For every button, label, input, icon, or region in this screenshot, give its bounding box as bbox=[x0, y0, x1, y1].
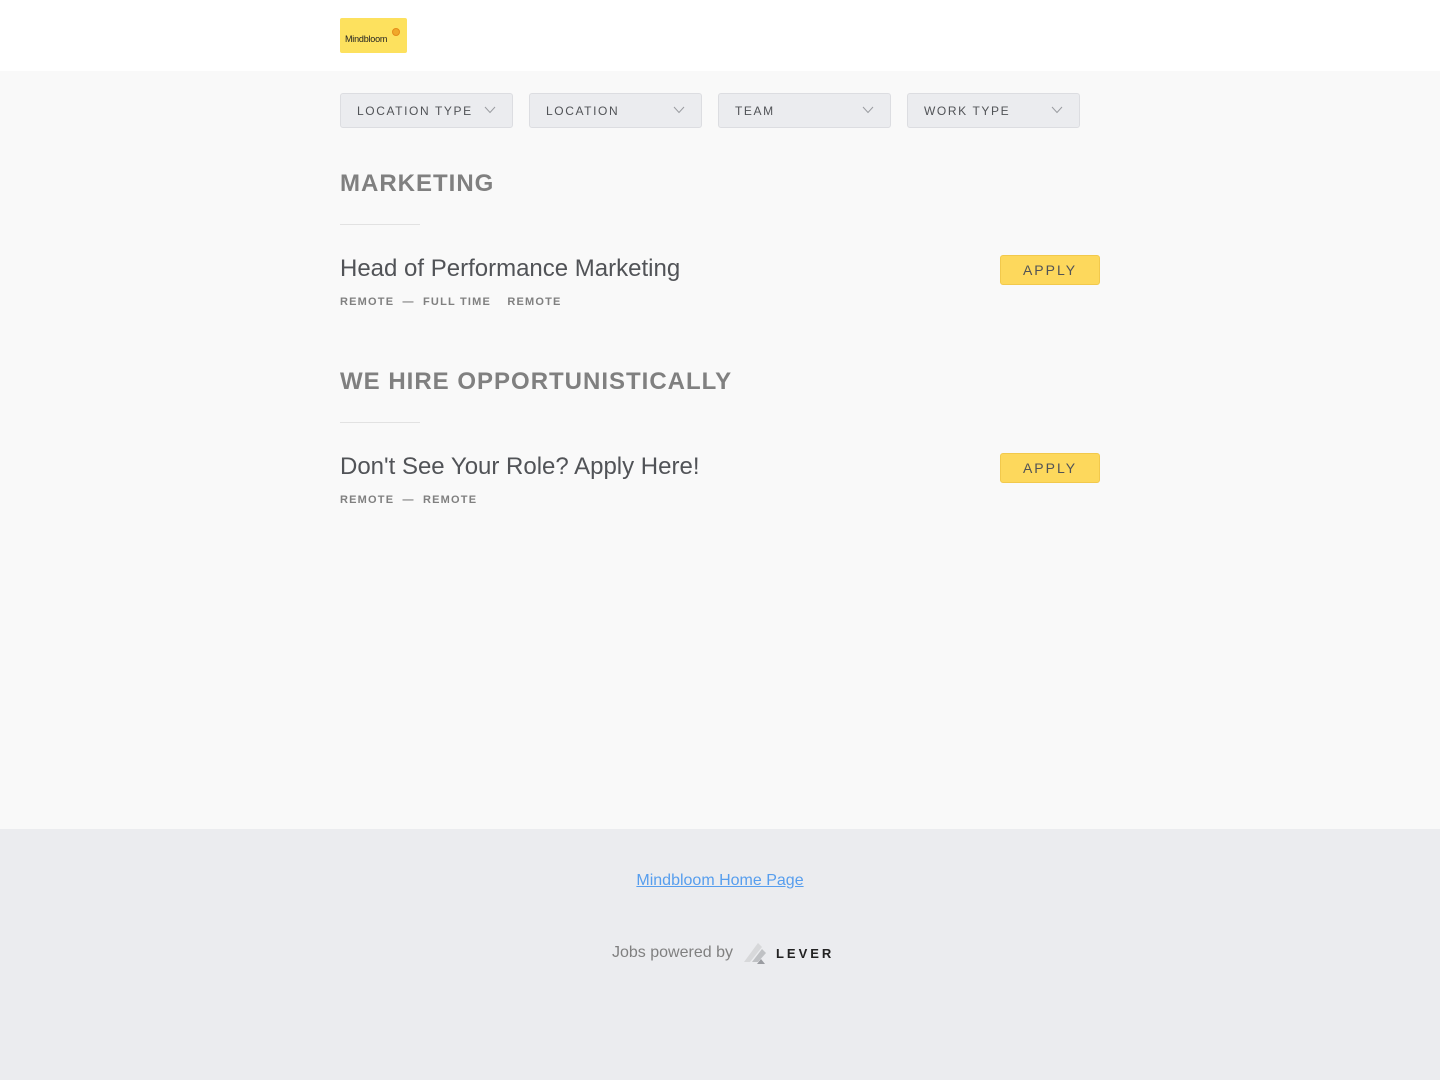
footer-link-container: Mindbloom Home Page bbox=[0, 872, 1440, 890]
filter-label: LOCATION bbox=[546, 104, 620, 118]
filter-team[interactable]: TEAM bbox=[718, 93, 891, 128]
filter-label: WORK TYPE bbox=[924, 104, 1011, 118]
page-footer: Mindbloom Home Page Jobs powered by LEVE… bbox=[0, 829, 1440, 1080]
apply-button[interactable]: APPLY bbox=[1000, 255, 1100, 285]
posting-workplace: REMOTE bbox=[507, 296, 562, 308]
logo-flower-icon bbox=[392, 28, 400, 36]
powered-by: Jobs powered by LEVER bbox=[612, 940, 834, 966]
section-divider bbox=[340, 224, 420, 225]
company-logo[interactable]: Mindbloom bbox=[340, 18, 407, 53]
meta-separator: — bbox=[402, 494, 415, 506]
chevron-down-icon bbox=[673, 106, 685, 114]
posting-location: REMOTE bbox=[340, 494, 395, 506]
chevron-down-icon bbox=[1051, 106, 1063, 114]
main-content: LOCATION TYPE LOCATION TEAM WORK TYPE MA… bbox=[0, 71, 1440, 829]
filter-label: TEAM bbox=[735, 104, 775, 118]
posting-location: REMOTE bbox=[340, 296, 395, 308]
posting-title[interactable]: Don't See Your Role? Apply Here! bbox=[340, 453, 699, 481]
posting-meta: REMOTE — FULL TIME REMOTE bbox=[340, 296, 562, 308]
apply-button[interactable]: APPLY bbox=[1000, 453, 1100, 483]
powered-by-text: Jobs powered by bbox=[612, 944, 733, 961]
group-title-marketing: MARKETING bbox=[340, 170, 495, 197]
filter-location-type[interactable]: LOCATION TYPE bbox=[340, 93, 513, 128]
lever-wordmark[interactable]: LEVER bbox=[776, 946, 834, 961]
filter-label: LOCATION TYPE bbox=[357, 104, 473, 118]
logo-text: Mindbloom bbox=[345, 34, 388, 44]
page-header: Mindbloom bbox=[0, 0, 1440, 71]
company-home-link[interactable]: Mindbloom Home Page bbox=[636, 872, 803, 889]
chevron-down-icon bbox=[862, 106, 874, 114]
lever-logo-icon[interactable] bbox=[742, 940, 768, 966]
meta-separator: — bbox=[402, 296, 415, 308]
filter-location[interactable]: LOCATION bbox=[529, 93, 702, 128]
chevron-down-icon bbox=[484, 106, 496, 114]
posting-title[interactable]: Head of Performance Marketing bbox=[340, 255, 680, 283]
posting-workplace: REMOTE bbox=[423, 494, 478, 506]
posting-commitment: FULL TIME bbox=[423, 296, 492, 308]
section-divider bbox=[340, 422, 420, 423]
group-title-opportunistic: WE HIRE OPPORTUNISTICALLY bbox=[340, 368, 733, 395]
posting-meta: REMOTE — REMOTE bbox=[340, 494, 477, 506]
filter-work-type[interactable]: WORK TYPE bbox=[907, 93, 1080, 128]
